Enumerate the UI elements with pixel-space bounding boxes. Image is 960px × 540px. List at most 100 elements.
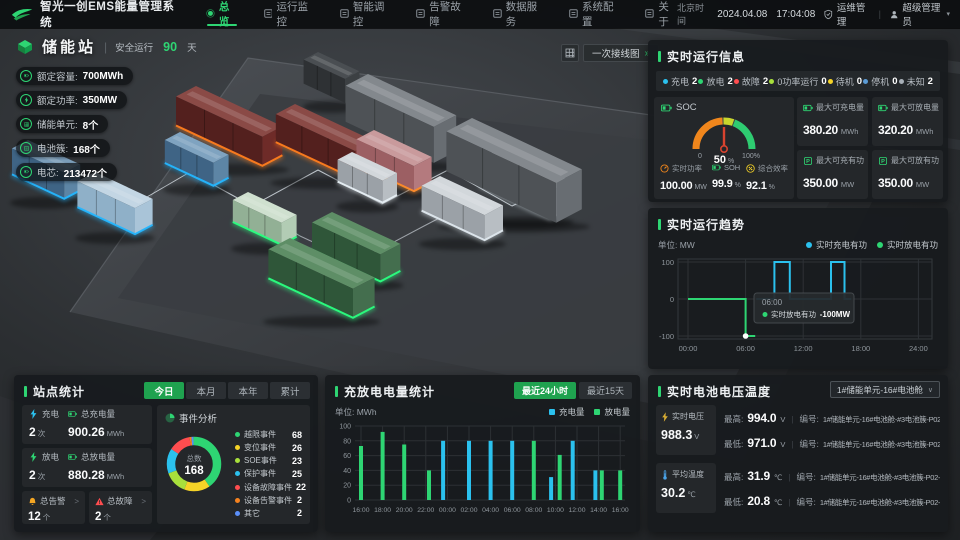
max-voltage-unit: V bbox=[780, 415, 785, 424]
energy-meter-icon bbox=[68, 452, 77, 462]
tab-本月[interactable]: 本月 bbox=[186, 382, 226, 399]
user-icon bbox=[890, 9, 898, 20]
nav-item-数据服务[interactable]: 数据服务 bbox=[493, 0, 543, 28]
station-overview: 储能站 | 安全运行 90 天 额定容量:700MWh额定功率:350MW储能单… bbox=[16, 36, 197, 187]
event-analysis-card: 事件分析 总数168 越限事件68变位事件26SOE事件23保护事件25设备故障… bbox=[157, 405, 310, 524]
capacity-label: 最大可放电量 bbox=[891, 102, 939, 113]
svg-text:40: 40 bbox=[343, 468, 351, 475]
svg-text:-100MW: -100MW bbox=[820, 310, 851, 319]
discharge-total-col: 总放电量 880.28MWh bbox=[68, 451, 124, 484]
period-tabs: 今日本月本年累计 bbox=[144, 382, 310, 399]
voltage-block: 实时电压 988.3V 最高: 994.0 V | 编号: 1#储能单元-16#… bbox=[656, 405, 940, 455]
nav-item-运行监控[interactable]: 运行监控 bbox=[264, 0, 314, 28]
svg-text:20:00: 20:00 bbox=[396, 507, 413, 514]
tab-今日[interactable]: 今日 bbox=[144, 382, 184, 399]
nav-item-智能调控[interactable]: 智能调控 bbox=[340, 0, 390, 28]
id-label: 编号: bbox=[800, 438, 819, 450]
voltage-unit: V bbox=[694, 432, 699, 441]
event-donut-chart: 总数168 bbox=[161, 431, 227, 497]
nav-item-关于[interactable]: 关于 bbox=[645, 0, 676, 28]
timezone-label: 北京时间 bbox=[677, 1, 708, 27]
charge-count-col: 充电 2次 bbox=[29, 408, 59, 441]
capacity-label-row: 最大可充电量 bbox=[803, 102, 862, 113]
trend-unit-label: 单位: MW bbox=[658, 239, 695, 251]
status-label: 待机 bbox=[836, 75, 854, 88]
id-label: 编号: bbox=[796, 496, 815, 508]
event-row-设备告警事件: 设备告警事件2 bbox=[235, 495, 302, 506]
status-count: 2 bbox=[727, 76, 732, 87]
title-divider: | bbox=[104, 40, 107, 54]
range-button-最近15天[interactable]: 最近15天 bbox=[579, 382, 632, 399]
metric-label-row: 实时功率 bbox=[660, 163, 712, 174]
svg-text:0: 0 bbox=[670, 295, 674, 304]
capacity-value: 350.00 bbox=[878, 176, 913, 190]
capacity-label-row: P最大可充有功 bbox=[803, 155, 862, 166]
temperature-max-row: 最高: 31.9 ℃ | 编号: 1#储能单元-16#电池舱-#3电池簇-P02… bbox=[724, 469, 940, 483]
svg-text:18:00: 18:00 bbox=[374, 507, 391, 514]
svg-text:P: P bbox=[881, 159, 885, 165]
battery-unit-select[interactable]: 1#储能单元-16#电池舱 ∨ bbox=[830, 381, 940, 398]
range-button-最近24小时[interactable]: 最近24小时 bbox=[514, 382, 576, 399]
nav-item-告警故障[interactable]: 告警故障 bbox=[416, 0, 466, 28]
nav-square-icon bbox=[340, 9, 349, 19]
capacity-unit: MW bbox=[841, 180, 854, 189]
nav-item-系统配置[interactable]: 系统配置 bbox=[569, 0, 619, 28]
svg-text:04:00: 04:00 bbox=[482, 507, 499, 514]
chart-tooltip: 06:00实时放电有功-100MW bbox=[754, 293, 854, 323]
svg-text:24:00: 24:00 bbox=[909, 344, 928, 353]
row-divider: | bbox=[788, 473, 790, 482]
event-row-保护事件: 保护事件25 bbox=[235, 468, 302, 479]
status-label: 故障 bbox=[742, 75, 760, 88]
event-row-变位事件: 变位事件26 bbox=[235, 442, 302, 453]
metric-SOH: SOH99.9% bbox=[712, 163, 746, 194]
battery-icon bbox=[20, 70, 32, 82]
layout-grid-button[interactable] bbox=[561, 44, 579, 62]
ops-management-button[interactable]: 运维管理 bbox=[824, 0, 869, 28]
site-left-column: 充电 2次 总充电量 900.26MWh bbox=[22, 405, 152, 524]
event-row-越限事件: 越限事件68 bbox=[235, 429, 302, 440]
capacity-value-row: 350.00MW bbox=[803, 174, 862, 192]
total-fault-card[interactable]: 总故障 > 2个 bbox=[89, 491, 152, 524]
metric-value: 100.00 bbox=[660, 180, 692, 192]
capacity-unit: MW bbox=[916, 180, 929, 189]
capacity-cards: 最大可充电量380.20MWh最大可放电量320.20MWhP最大可充有功350… bbox=[797, 97, 943, 199]
runtime-metrics: 实时功率100.00MWSOH99.9%综合效率92.1% bbox=[654, 163, 794, 194]
tab-本年[interactable]: 本年 bbox=[228, 382, 268, 399]
overview-icon bbox=[206, 9, 215, 19]
metric-综合效率: 综合效率92.1% bbox=[746, 163, 788, 194]
metric-label: 综合效率 bbox=[758, 163, 788, 174]
battery-id: 1#储能单元-16#电池舱-#3电池簇-P02-C36 bbox=[823, 439, 940, 450]
svg-text:168: 168 bbox=[184, 465, 204, 477]
event-value: 23 bbox=[292, 456, 302, 466]
stat-label: 电芯: bbox=[37, 165, 59, 179]
status-dot bbox=[734, 79, 739, 84]
total-alarm-card[interactable]: 总告警 > 12个 bbox=[22, 491, 85, 524]
stat-value: 168个 bbox=[73, 141, 100, 156]
id-label: 编号: bbox=[796, 471, 815, 483]
nav-square-icon bbox=[645, 9, 654, 19]
event-analysis-title-row: 事件分析 bbox=[165, 411, 302, 425]
metric-value-row: 99.9% bbox=[712, 174, 746, 192]
voltage-extremes: 最高: 994.0 V | 编号: 1#储能单元-16#电池舱-#3电池簇-P0… bbox=[724, 405, 940, 455]
event-value: 25 bbox=[292, 469, 302, 479]
energy-statistics-panel: 充放电电量统计 最近24小时最近15天 单位: MWh 充电量放电量 02040… bbox=[325, 375, 640, 532]
active-power-icon: P bbox=[803, 157, 813, 165]
soh-icon bbox=[712, 163, 721, 172]
station-stat-pill: 额定容量:700MWh bbox=[16, 67, 133, 85]
header-divider: | bbox=[879, 9, 881, 19]
user-menu[interactable]: 超级管理员 ▾ bbox=[890, 0, 950, 28]
svg-text:16:00: 16:00 bbox=[612, 507, 629, 514]
voltage-icon bbox=[661, 412, 669, 422]
tab-累计[interactable]: 累计 bbox=[270, 382, 310, 399]
capacity-value-row: 350.00MW bbox=[878, 174, 937, 192]
legend-swatch bbox=[877, 242, 883, 248]
event-label: 设备告警事件 bbox=[244, 495, 293, 506]
battery-id: 1#储能单元-16#电池舱-#3电池簇-P02-C36 bbox=[820, 472, 940, 483]
panel-title-row: 实时运行趋势 bbox=[648, 208, 948, 237]
battery-charge-icon bbox=[803, 104, 813, 112]
temperature-value: 30.2 bbox=[661, 486, 685, 500]
min-label: 最低: bbox=[724, 496, 743, 508]
svg-text:06:00: 06:00 bbox=[736, 344, 755, 353]
status-dot bbox=[769, 79, 774, 84]
nav-item-总览[interactable]: 总览 bbox=[206, 0, 237, 28]
